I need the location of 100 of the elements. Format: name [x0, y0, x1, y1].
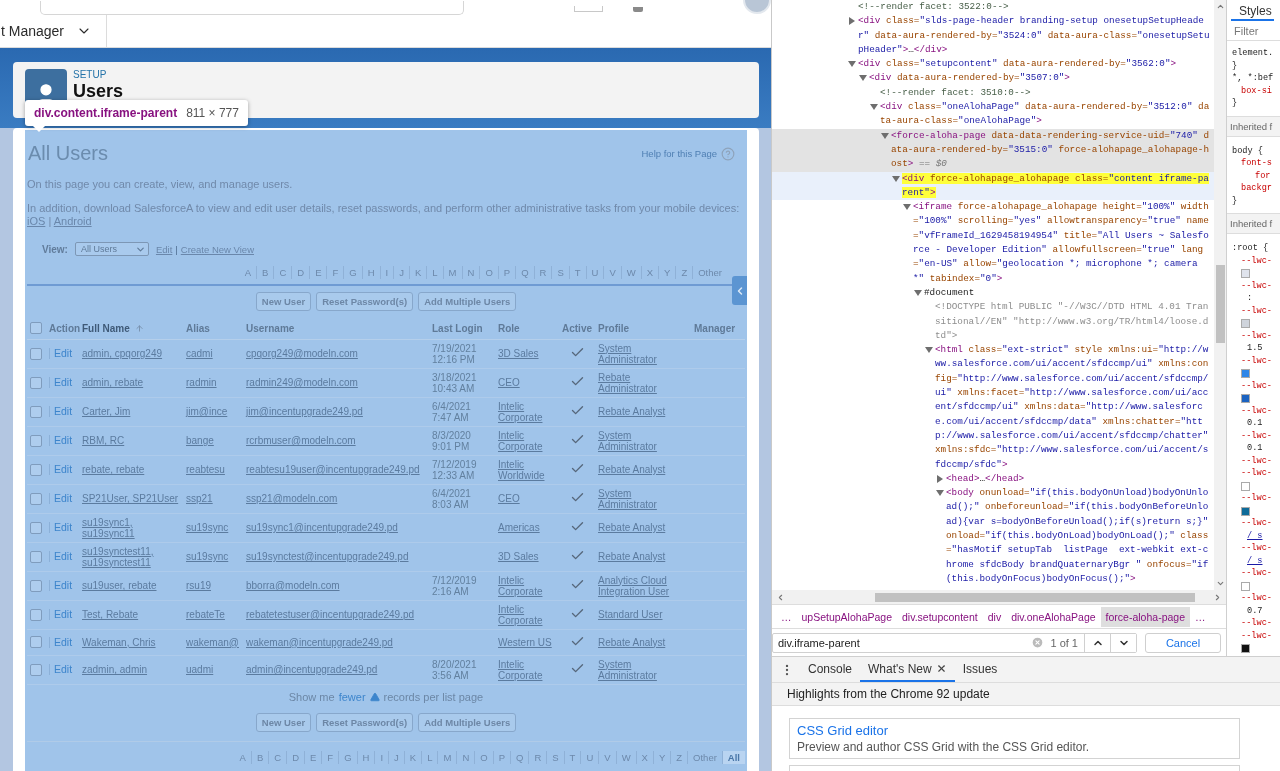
alphabet-letter[interactable]: L — [426, 266, 443, 279]
search-field[interactable]: div.iframe-parent 1 of 1 — [772, 632, 1137, 653]
triangle-down-icon[interactable] — [892, 174, 900, 183]
column-header[interactable]: Role — [498, 322, 520, 334]
username-link[interactable]: admin@incentupgrade249.pd — [246, 664, 378, 675]
alias-link[interactable]: radmin — [186, 377, 217, 388]
checkbox[interactable] — [30, 663, 42, 676]
profile-link[interactable]: Rebate Analyst — [598, 636, 666, 648]
column-header[interactable]: Alias — [186, 322, 210, 334]
alphabet-letter[interactable]: B — [250, 750, 269, 764]
profile-link[interactable]: Standard User — [598, 609, 663, 620]
profile-link[interactable]: Rebate Analyst — [598, 464, 666, 475]
alphabet-letter[interactable]: B — [256, 266, 274, 279]
checkbox[interactable] — [30, 550, 42, 563]
checkbox[interactable] — [30, 521, 42, 534]
user-name-link[interactable]: admin, rebate — [82, 377, 144, 388]
alphabet-letter[interactable]: M — [437, 750, 457, 764]
triangle-down-icon[interactable] — [914, 288, 922, 297]
list-button[interactable]: Reset Password(s) — [316, 292, 414, 311]
edit-link[interactable]: Edit — [49, 435, 73, 446]
role-link[interactable]: Intelic Worldwide — [498, 458, 556, 481]
alias-link[interactable]: bange — [186, 435, 214, 446]
feature-title[interactable]: CSS Grid editor — [797, 723, 1232, 738]
breadcrumb[interactable]: force-aloha-page — [1100, 606, 1190, 627]
alphabet-letter[interactable]: X — [635, 750, 653, 764]
checkbox[interactable] — [30, 434, 42, 447]
fewer-link[interactable]: fewer — [338, 690, 366, 703]
cancel-button[interactable]: Cancel — [1145, 632, 1221, 653]
user-name-link[interactable]: su19synctest11, su19synctest11 — [82, 545, 180, 568]
edit-link[interactable]: Edit — [49, 609, 73, 620]
alias-link[interactable]: rebateTe — [186, 609, 225, 620]
alphabet-letter[interactable]: S — [546, 750, 564, 764]
alphabet-letter[interactable]: E — [304, 750, 322, 764]
clear-icon[interactable] — [1031, 636, 1045, 649]
checkbox[interactable] — [30, 322, 42, 335]
checkbox[interactable] — [30, 579, 42, 592]
triangle-down-icon[interactable] — [848, 60, 856, 69]
alphabet-letter[interactable]: J — [393, 266, 409, 279]
checkbox[interactable] — [30, 405, 42, 418]
alias-link[interactable]: uadmi — [186, 664, 214, 675]
alphabet-letter[interactable]: D — [286, 750, 304, 764]
edit-link[interactable]: Edit — [49, 377, 73, 388]
android-link[interactable]: Android — [53, 215, 92, 227]
dom-tree-row[interactable]: #document — [772, 285, 1214, 301]
alphabet-letter[interactable]: F — [321, 750, 339, 764]
dom-tree-row[interactable]: <!--render facet: 3522:0--> — [772, 0, 1214, 15]
triangle-down-icon[interactable] — [870, 103, 878, 112]
username-link[interactable]: rebatetestuser@incentupgrade249.pd — [246, 609, 415, 620]
alphabet-letter[interactable]: W — [615, 750, 636, 764]
user-name-link[interactable]: zadmin, admin — [82, 664, 148, 675]
vertical-scrollbar[interactable] — [1214, 0, 1226, 590]
breadcrumb[interactable]: upSetupAlohaPage — [796, 606, 897, 627]
edit-link[interactable]: Edit — [49, 493, 73, 504]
profile-link[interactable]: Analytics Cloud Integration User — [598, 574, 688, 597]
role-link[interactable]: 3D Sales — [498, 551, 539, 562]
role-link[interactable]: Intelic Corporate — [498, 429, 556, 452]
profile-link[interactable]: System Administrator — [598, 429, 688, 452]
dom-tree-row[interactable]: <div data-aura-rendered-by="3507:0"> — [772, 71, 1214, 86]
dom-tree-row[interactable]: <div class="setupcontent" data-aura-rendered-by="3562:0"> — [772, 57, 1214, 72]
alphabet-letter[interactable]: T — [563, 750, 581, 764]
drawer-tab[interactable]: Console — [800, 657, 861, 682]
dom-tree-row[interactable]: <div force-alohapage_alohapage class="content iframe-parent"> — [772, 171, 1214, 201]
view-select[interactable]: All Users — [74, 242, 149, 256]
checkbox[interactable] — [30, 347, 42, 360]
alphabet-letter[interactable]: K — [408, 266, 427, 279]
alphabet-letter[interactable]: Other — [687, 750, 722, 764]
triangle-down-icon[interactable] — [859, 74, 867, 83]
username-link[interactable]: bborra@modeln.com — [246, 580, 340, 591]
profile-link[interactable]: System Administrator — [598, 342, 688, 365]
edit-link[interactable]: Edit — [49, 406, 73, 417]
help-icon[interactable] — [721, 146, 735, 161]
create-view-link[interactable]: Create New View — [180, 243, 254, 255]
column-header[interactable]: Action — [49, 322, 81, 334]
user-name-link[interactable]: su19user, rebate — [82, 580, 157, 591]
dom-tree-row[interactable]: <!DOCTYPE html PUBLIC "-//W3C//DTD HTML 4.01 Transitional//EN" "http://www.w3.org/TR/html4/loose.dtd"> — [772, 300, 1214, 344]
column-header[interactable]: Profile — [598, 322, 630, 334]
profile-link[interactable]: Rebate Analyst — [598, 551, 666, 562]
alphabet-letter[interactable]: O — [479, 266, 498, 279]
drawer-tab[interactable]: Issues — [954, 657, 1006, 682]
breadcrumb[interactable]: div.setupcontent — [897, 606, 983, 627]
breadcrumb[interactable]: div — [982, 606, 1007, 627]
alphabet-letter[interactable]: T — [568, 266, 586, 279]
alphabet-letter[interactable]: L — [421, 750, 438, 764]
search-field[interactable] — [40, 1, 464, 15]
triangle-down-icon[interactable] — [881, 131, 889, 140]
alphabet-letter[interactable]: M — [442, 266, 462, 279]
alphabet-letter[interactable]: Z — [670, 750, 688, 764]
checkbox[interactable] — [30, 492, 42, 505]
alias-link[interactable]: reabtesu — [186, 464, 225, 475]
scrollbar-thumb[interactable] — [1215, 265, 1225, 343]
user-name-link[interactable]: Carter, Jim — [82, 406, 131, 417]
role-link[interactable]: 3D Sales — [498, 348, 539, 359]
alias-link[interactable]: cadmi — [186, 348, 213, 359]
list-button[interactable]: New User — [255, 292, 312, 311]
alphabet-letter[interactable]: W — [620, 266, 641, 279]
alphabet-letter[interactable]: X — [640, 266, 659, 279]
toolbar-icon[interactable] — [633, 7, 643, 12]
username-link[interactable]: wakeman@incentupgrade249.pd — [246, 636, 393, 648]
edit-link[interactable]: Edit — [49, 348, 73, 359]
username-link[interactable]: cpqorg249@modeln.com — [246, 348, 358, 359]
